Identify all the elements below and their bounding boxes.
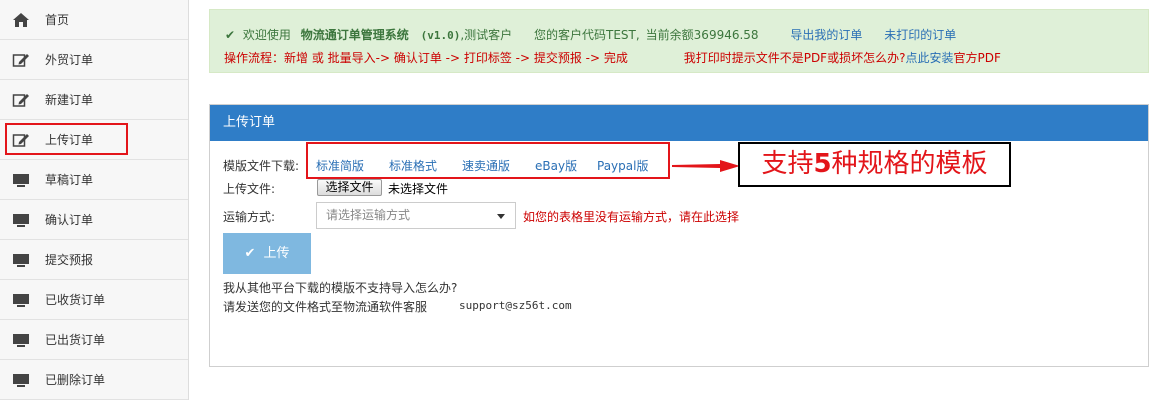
template-link-paypal[interactable]: Paypal版	[597, 157, 648, 174]
check-icon: ✔	[244, 246, 256, 261]
balance: 当前余额369946.58	[645, 28, 759, 42]
check-icon: ✔	[225, 28, 236, 42]
sidebar-item-submit-forecast[interactable]: 提交预报	[0, 240, 188, 280]
notice-bar: ✔ 欢迎使用 物流通订单管理系统 (v1.0),测试客户 您的客户代码TEST,…	[209, 9, 1149, 73]
callout-num: 5	[813, 149, 832, 179]
template-download-label: 模版文件下载:	[223, 159, 300, 173]
sidebar-item-label: 外贸订单	[45, 53, 94, 67]
upload-order-highlight-box	[5, 123, 128, 155]
pdf-question: 我打印时提示文件不是PDF或损坏怎么办?	[683, 51, 906, 65]
callout-pre: 支持	[761, 149, 814, 179]
home-icon	[13, 13, 29, 27]
monitor-icon	[13, 214, 29, 227]
welcome-row: ✔ 欢迎使用 物流通订单管理系统 (v1.0),测试客户 您的客户代码TEST,…	[225, 26, 956, 43]
customer-code: 您的客户代码TEST,	[533, 28, 640, 42]
upload-button[interactable]: ✔ 上传	[223, 233, 311, 274]
pdf-suffix: 官方PDF	[953, 51, 1001, 65]
welcome-text: 欢迎使用	[242, 28, 291, 42]
shipping-select[interactable]: 请选择运输方式	[316, 202, 516, 229]
sidebar-item-label: 草稿订单	[45, 173, 94, 187]
export-orders-link[interactable]: 导出我的订单	[790, 28, 862, 42]
sidebar-item-label: 首页	[45, 13, 70, 27]
sidebar-item-label: 提交预报	[45, 253, 94, 267]
install-pdf-link[interactable]: 点此安装	[905, 51, 953, 65]
unprinted-orders-link[interactable]: 未打印的订单	[884, 28, 956, 42]
monitor-icon	[13, 294, 29, 307]
monitor-icon	[13, 374, 29, 387]
version: (v1.0)	[420, 29, 461, 42]
support-email: support@sz56t.com	[459, 299, 572, 312]
sidebar-item-foreign-orders[interactable]: 外贸订单	[0, 40, 188, 80]
panel-title: 上传订单	[210, 105, 1148, 141]
sidebar: 首页 外贸订单 新建订单 上传订单 草稿订单 确认订单 提交预报 已收货订单 已…	[0, 0, 189, 400]
sidebar-item-new-order[interactable]: 新建订单	[0, 80, 188, 120]
shipping-label: 运输方式:	[223, 210, 276, 224]
sidebar-item-home[interactable]: 首页	[0, 0, 188, 40]
shipping-hint: 如您的表格里没有运输方式，请在此选择	[523, 210, 740, 224]
monitor-icon	[13, 174, 29, 187]
monitor-icon	[13, 334, 29, 347]
sidebar-item-deleted-orders[interactable]: 已删除订单	[0, 360, 188, 400]
upload-file-label: 上传文件:	[223, 182, 276, 196]
sidebar-item-label: 已删除订单	[45, 373, 106, 387]
sidebar-item-received-orders[interactable]: 已收货订单	[0, 280, 188, 320]
shipping-placeholder: 请选择运输方式	[326, 208, 411, 222]
template-link-ebay[interactable]: eBay版	[535, 157, 577, 174]
user-name: ,测试客户	[460, 28, 513, 42]
template-link-standard-format[interactable]: 标准格式	[389, 157, 437, 174]
edit-icon	[12, 94, 29, 107]
monitor-icon	[13, 254, 29, 267]
faq-question: 我从其他平台下载的模版不支持导入怎么办?	[223, 281, 458, 295]
edit-icon	[12, 54, 29, 67]
template-callout: 支持5种规格的模板	[738, 142, 1011, 187]
workflow-text: 操作流程：新增 或 批量导入-> 确认订单 -> 打印标签 -> 提交预报 ->…	[224, 51, 628, 65]
template-link-standard-simple[interactable]: 标准简版	[316, 157, 364, 174]
sidebar-item-shipped-orders[interactable]: 已出货订单	[0, 320, 188, 360]
upload-button-label: 上传	[263, 246, 290, 261]
sidebar-item-label: 已出货订单	[45, 333, 106, 347]
sidebar-item-draft-orders[interactable]: 草稿订单	[0, 160, 188, 200]
sidebar-item-label: 确认订单	[45, 213, 94, 227]
sidebar-item-confirm-orders[interactable]: 确认订单	[0, 200, 188, 240]
system-name: 物流通订单管理系统	[300, 28, 409, 42]
choose-file-button[interactable]: 选择文件	[317, 179, 382, 196]
workflow-row: 操作流程：新增 或 批量导入-> 确认订单 -> 打印标签 -> 提交预报 ->…	[224, 49, 1001, 66]
callout-post: 种规格的模板	[831, 149, 988, 179]
sidebar-item-label: 已收货订单	[45, 293, 106, 307]
faq-answer: 请发送您的文件格式至物流通软件客服	[223, 300, 428, 314]
sidebar-item-label: 新建订单	[45, 93, 94, 107]
caret-down-icon	[497, 214, 505, 219]
template-link-aliexpress[interactable]: 速卖通版	[462, 157, 510, 174]
arrow-icon	[672, 160, 740, 172]
no-file-text: 未选择文件	[388, 182, 449, 196]
